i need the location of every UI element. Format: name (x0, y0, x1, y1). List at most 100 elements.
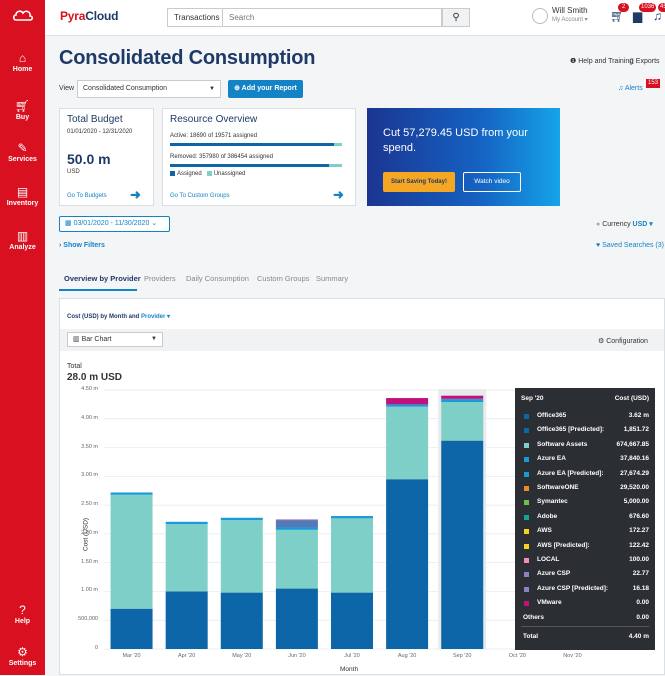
go-to-budgets-link[interactable]: Go To Budgets (67, 193, 107, 199)
tab-custom-groups[interactable]: Custom Groups (257, 274, 310, 283)
x-tick-label: Mar '20 (122, 653, 141, 659)
nav-inventory[interactable]: ▤ Inventory (0, 186, 45, 208)
tooltip-row: Software Assets 674,667.85 (515, 439, 655, 453)
bar-segment[interactable] (220, 517, 263, 521)
bar-segment[interactable] (386, 398, 429, 405)
search-icon: ⚲ (452, 12, 460, 23)
tab-providers[interactable]: Providers (144, 274, 176, 283)
resource-active: Active: 18690 of 19571 assigned (170, 133, 258, 139)
resource-removed: Removed: 357980 of 386454 assigned (170, 154, 274, 160)
start-saving-button[interactable]: Start Saving Today! (383, 172, 455, 192)
search-button[interactable]: ⚲ (442, 8, 470, 27)
tooltip-series-name: AWS (537, 527, 552, 535)
tooltip-series-name: VMware (537, 599, 562, 607)
cloud-logo-icon (0, 8, 45, 25)
resource-legend: Assigned Unassigned (170, 171, 245, 177)
bar-segment[interactable] (275, 527, 318, 530)
watch-video-button[interactable]: Watch video (463, 172, 521, 192)
series-swatch (524, 486, 529, 491)
tooltip-series-name: Azure EA (537, 455, 566, 463)
alerts-badge: 153 (646, 79, 661, 88)
currency-selector[interactable]: ● Currency USD ▾ (596, 220, 653, 228)
alerts-link[interactable]: ♫ Alerts (618, 85, 643, 92)
x-tick-label: Jul '20 (344, 653, 360, 659)
bar-segment[interactable] (441, 395, 484, 399)
bar-segment[interactable] (441, 440, 484, 649)
tooltip-series-value: 676.60 (629, 512, 649, 520)
bar-segment[interactable] (386, 479, 429, 649)
bar-segment[interactable] (165, 524, 208, 592)
bar-segment[interactable] (275, 519, 318, 521)
bar-segment[interactable] (386, 404, 429, 407)
nav-services[interactable]: ✎ Services (0, 142, 45, 164)
budget-range: 01/01/2020 - 12/31/2020 (67, 129, 133, 135)
bar-segment[interactable] (441, 399, 484, 403)
bar-segment[interactable] (441, 398, 484, 400)
go-to-custom-groups-link[interactable]: Go To Custom Groups (170, 193, 230, 199)
bar-segment[interactable] (220, 592, 263, 649)
tooltip-series-name: LOCAL (537, 556, 560, 563)
active-tab-indicator (59, 289, 137, 291)
nav-logo[interactable] (0, 8, 45, 25)
nav-help[interactable]: ? Help (0, 604, 45, 626)
search-input[interactable] (222, 8, 442, 27)
resource-title: Resource Overview (170, 114, 258, 125)
bar-segment[interactable] (331, 518, 373, 593)
avatar[interactable] (532, 8, 548, 24)
series-swatch (524, 601, 529, 607)
nav-buy[interactable]: 🛒︎ Buy (0, 100, 45, 122)
exports-link[interactable]: ▯ Exports (630, 57, 660, 65)
caret-down-icon: ▼ (209, 86, 215, 92)
gear-icon: ⚙ (17, 645, 28, 659)
tooltip-row: Adobe 676.60 (515, 511, 655, 525)
tooltip-series-name: Office365 [Predicted]: (537, 426, 605, 434)
bell-badge: 452 (658, 3, 665, 12)
bar-segment[interactable] (110, 492, 153, 495)
bar-segment[interactable] (165, 521, 208, 525)
view-select[interactable]: Consolidated Consumption ▼ (77, 80, 221, 98)
arrow-right-icon[interactable]: ➜ (130, 187, 141, 203)
series-swatch (524, 442, 529, 448)
tooltip-row: Azure EA 37,840.16 (515, 453, 655, 467)
bar-segment[interactable] (331, 516, 373, 519)
bar-segment[interactable] (110, 494, 153, 609)
nav-analyze[interactable]: ▥ Analyze (0, 230, 45, 252)
date-range-picker[interactable]: ▦ 03/01/2020 - 11/30/2020 ⌄ (59, 216, 170, 232)
tooltip-series-value: 0.00 (636, 613, 649, 621)
my-account-menu[interactable]: My Account ▾ (552, 16, 588, 23)
arrow-right-icon[interactable]: ➜ (333, 187, 344, 203)
tooltip-row: Azure EA [Predicted]: 27,674.29 (515, 468, 655, 482)
bar-segment[interactable] (165, 591, 208, 649)
brand-logo[interactable]: PyraCloud (60, 9, 118, 23)
tab-daily-consumption[interactable]: Daily Consumption (186, 274, 249, 283)
wrench-icon: ✎ (17, 141, 28, 155)
bar-segment[interactable] (386, 406, 429, 480)
tab-overview-by-provider[interactable]: Overview by Provider (64, 274, 141, 283)
budget-amount: 50.0 m (67, 151, 111, 167)
bar-segment[interactable] (441, 402, 484, 441)
view-label: View (59, 85, 75, 92)
bar-segment[interactable] (275, 529, 318, 589)
user-name[interactable]: Will Smith (552, 6, 588, 15)
help-link[interactable]: ❶ Help and Training (570, 57, 633, 65)
bar-segment[interactable] (275, 520, 318, 528)
x-tick-label: May '20 (232, 653, 252, 659)
bar-segment[interactable] (110, 608, 153, 649)
tooltip-series-name: Azure CSP (537, 570, 571, 578)
help-icon: ? (19, 603, 26, 617)
cart-icon: 🛒︎ (14, 99, 31, 113)
nav-settings[interactable]: ⚙ Settings (0, 646, 45, 668)
bar-segment[interactable] (220, 520, 263, 593)
tooltip-row: Azure CSP 22.77 (515, 568, 655, 582)
nav-home[interactable]: ⌂ Home (0, 52, 45, 74)
tooltip-series-value: 122.42 (629, 541, 649, 549)
tooltip-row: LOCAL 100.00 (515, 554, 655, 568)
series-swatch (524, 428, 529, 434)
tab-summary[interactable]: Summary (316, 274, 348, 283)
bar-segment[interactable] (275, 588, 318, 649)
x-tick-label: Oct '20 (508, 653, 526, 659)
bar-segment[interactable] (331, 592, 373, 649)
add-report-button[interactable]: ⊕ Add your Report (228, 80, 303, 98)
show-filters-toggle[interactable]: › Show Filters (59, 242, 105, 249)
saved-searches-link[interactable]: ♥ Saved Searches (3) (596, 242, 664, 249)
